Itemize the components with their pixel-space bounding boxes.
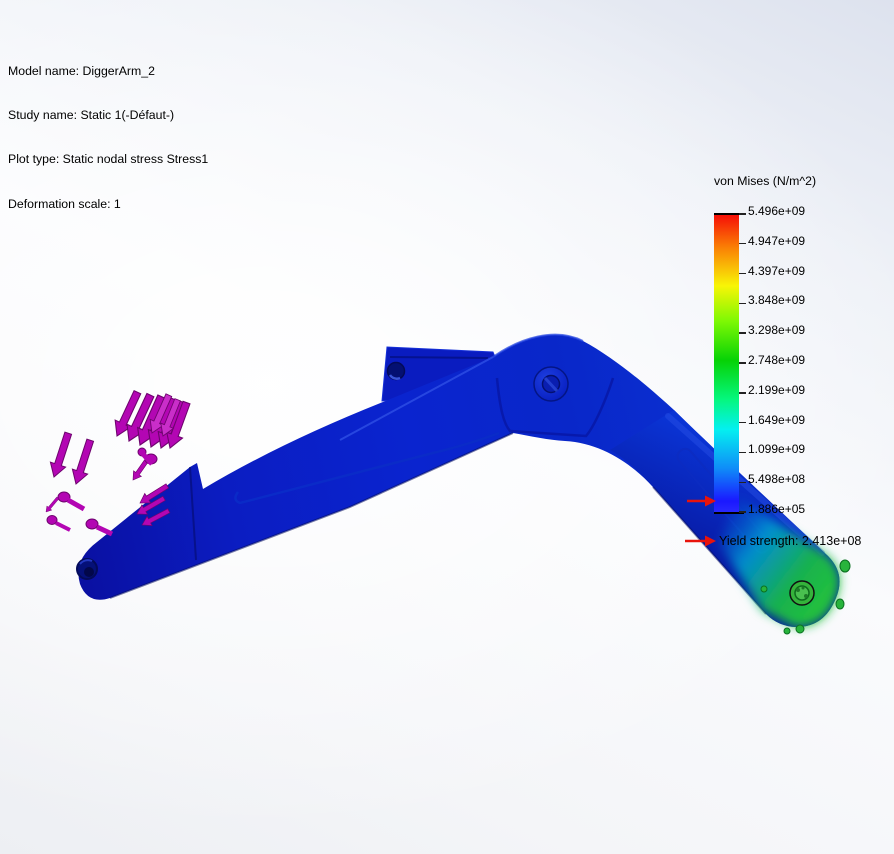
model-name-label: Model name: DiggerArm_2: [8, 64, 208, 79]
study-name-label: Study name: Static 1(-Défaut-): [8, 108, 208, 123]
foot-hole: [77, 559, 97, 579]
lug-hole: [388, 363, 405, 380]
solidworks-3d-viewport[interactable]: Model name: DiggerArm_2 Study name: Stat…: [0, 0, 894, 854]
plot-info-block: Model name: DiggerArm_2 Study name: Stat…: [8, 34, 208, 241]
elbow-pin-boss: [534, 367, 568, 401]
tip-pin-boss: [790, 581, 814, 605]
deformation-scale-label: Deformation scale: 1: [8, 197, 208, 212]
plot-type-label: Plot type: Static nodal stress Stress1: [8, 152, 208, 167]
